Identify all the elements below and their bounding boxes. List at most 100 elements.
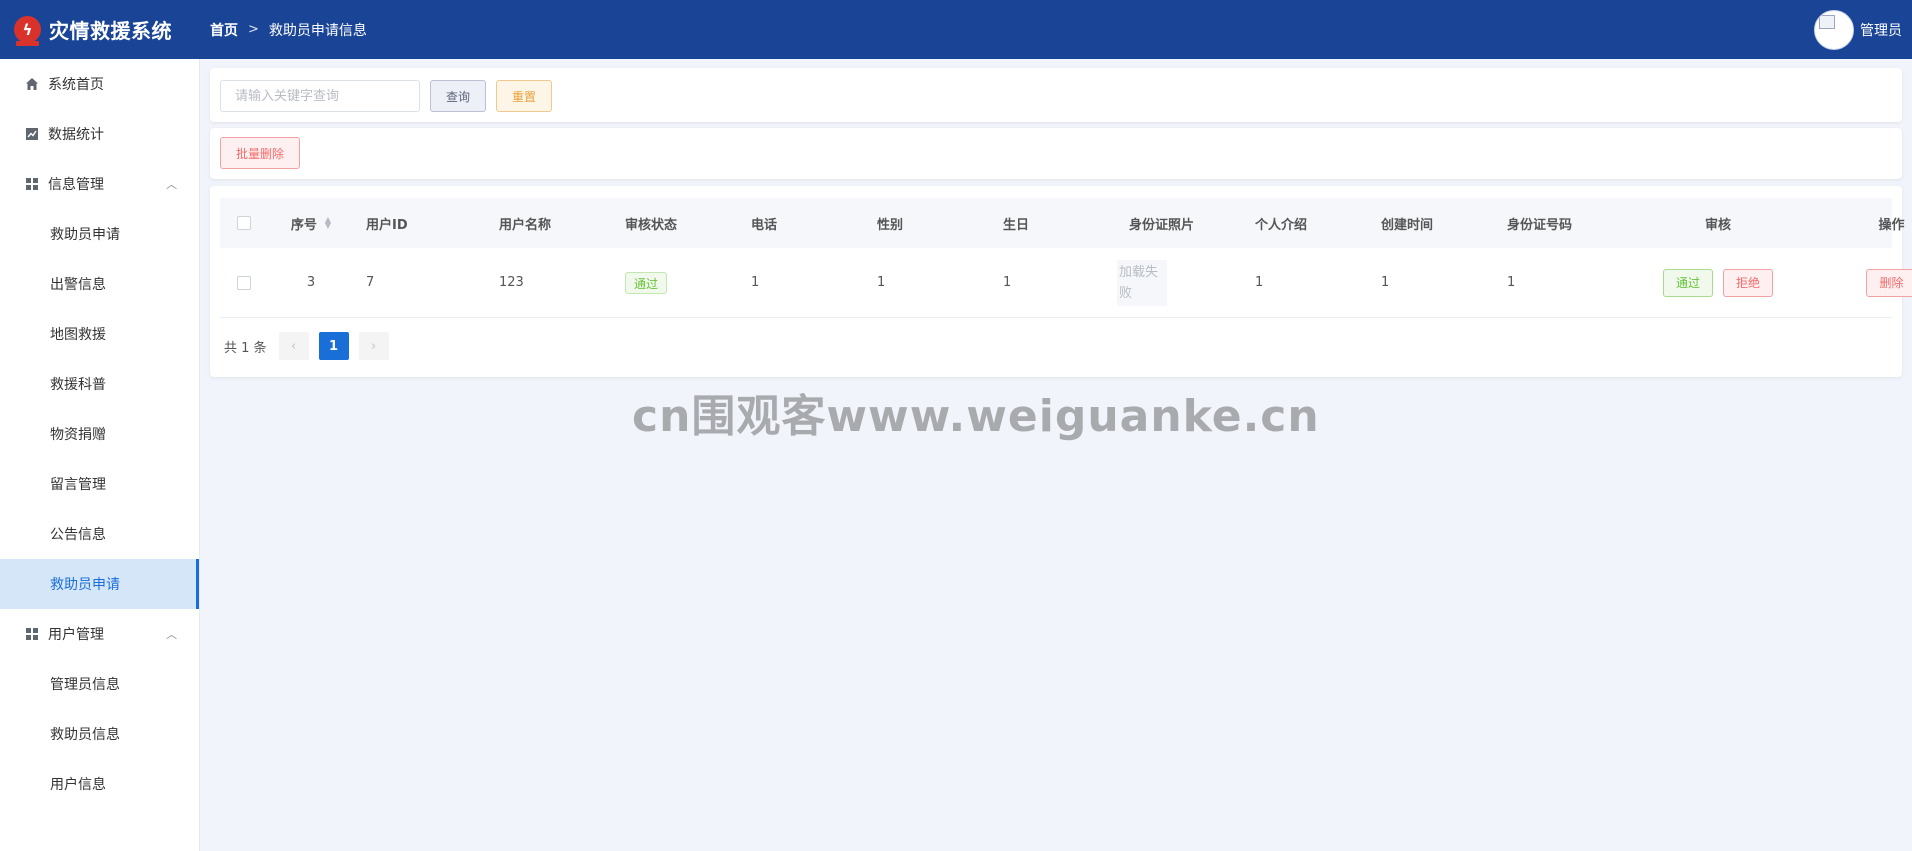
row-checkbox-cell bbox=[220, 275, 268, 290]
column-header: 用户ID bbox=[366, 217, 408, 233]
prev-page-button[interactable]: ‹ bbox=[278, 332, 309, 360]
column-header: 审核状态 bbox=[625, 217, 678, 233]
app-title: 灾情救援系统 bbox=[49, 19, 172, 43]
column-header: 电话 bbox=[751, 217, 778, 233]
sidebar-item-label: 用户管理 bbox=[48, 627, 104, 643]
sidebar: 系统首页 数据统计 信息管理 ︿ 救助员申请 出警信息 地图救援 救援科普 物资… bbox=[0, 59, 200, 851]
approve-button[interactable]: 通过 bbox=[1662, 268, 1713, 297]
sidebar-item-label: 留言管理 bbox=[50, 477, 106, 493]
sidebar-item-label: 地图救援 bbox=[50, 327, 106, 343]
avatar[interactable] bbox=[1814, 10, 1854, 50]
page-button-current[interactable]: 1 bbox=[318, 332, 349, 360]
sidebar-item-label: 救援科普 bbox=[50, 377, 106, 393]
user-menu[interactable]: 管理员 bbox=[1814, 10, 1902, 50]
breadcrumb-current: 救助员申请信息 bbox=[268, 22, 367, 39]
cell-gender: 1 bbox=[877, 275, 886, 290]
sidebar-item-dispatch-info[interactable]: 出警信息 bbox=[0, 259, 199, 309]
sidebar-item-home[interactable]: 系统首页 bbox=[0, 59, 199, 109]
sidebar-item-label: 救助员信息 bbox=[50, 727, 120, 743]
id-photo-load-failed[interactable]: 加载失败 bbox=[1117, 259, 1167, 306]
sort-icon[interactable]: ▲ ▼ bbox=[325, 216, 331, 230]
reset-button[interactable]: 重置 bbox=[496, 80, 552, 112]
sidebar-item-map-rescue[interactable]: 地图救援 bbox=[0, 309, 199, 359]
column-header: 序号 bbox=[290, 217, 317, 233]
cell-birthday: 1 bbox=[1003, 275, 1012, 290]
sidebar-item-label: 出警信息 bbox=[50, 277, 106, 293]
reject-button[interactable]: 拒绝 bbox=[1723, 268, 1774, 297]
table-panel: 序号 ▲ ▼ 用户ID 用户名称 审核状态 电话 性别 生日 身份证照片 个人介绍… bbox=[210, 186, 1912, 377]
column-header: 个人介绍 bbox=[1255, 217, 1308, 233]
cell-user-id: 7 bbox=[366, 275, 375, 290]
data-table: 序号 ▲ ▼ 用户ID 用户名称 审核状态 电话 性别 生日 身份证照片 个人介绍… bbox=[220, 198, 1912, 318]
pagination: 共 1 条 ‹ 1 › bbox=[224, 332, 399, 360]
cell-user-name: 123 bbox=[499, 275, 524, 290]
query-button[interactable]: 查询 bbox=[430, 80, 486, 112]
sidebar-group-info-management[interactable]: 信息管理 ︿ bbox=[0, 159, 199, 209]
sidebar-item-rescuer-info[interactable]: 救助员信息 bbox=[0, 709, 199, 759]
header-seq[interactable]: 序号 ▲ ▼ bbox=[268, 214, 354, 233]
cell-created: 1 bbox=[1381, 275, 1390, 290]
cell-id-number: 1 bbox=[1507, 275, 1516, 290]
grid-icon bbox=[24, 176, 40, 192]
status-badge: 通过 bbox=[625, 271, 668, 294]
batch-delete-button[interactable]: 批量删除 bbox=[220, 137, 300, 169]
watermark: cn围观客www.weiguanke.cn bbox=[632, 391, 1320, 442]
chevron-up-icon: ︿ bbox=[166, 178, 177, 191]
delete-button[interactable]: 删除 bbox=[1866, 268, 1912, 297]
sidebar-item-rescuer-apply-active[interactable]: 救助员申请 bbox=[0, 559, 199, 609]
select-all-checkbox[interactable] bbox=[237, 216, 251, 230]
sidebar-item-label: 公告信息 bbox=[50, 527, 106, 543]
cell-phone: 1 bbox=[751, 275, 760, 290]
cell-ops: 删除 bbox=[1815, 268, 1912, 297]
header-checkbox-cell bbox=[220, 216, 268, 230]
top-header: ϟ 灾情救援系统 首页 > 救助员申请信息 管理员 bbox=[0, 0, 1912, 59]
chevron-up-icon: ︿ bbox=[166, 628, 177, 641]
row-checkbox[interactable] bbox=[237, 275, 251, 290]
sidebar-item-donation[interactable]: 物资捐赠 bbox=[0, 409, 199, 459]
breadcrumb-separator-icon: > bbox=[248, 22, 259, 37]
grid-icon bbox=[24, 626, 40, 642]
home-icon bbox=[24, 76, 40, 92]
breadcrumb-home[interactable]: 首页 bbox=[210, 20, 238, 40]
sidebar-group-user-management[interactable]: 用户管理 ︿ bbox=[0, 609, 199, 659]
sidebar-item-statistics[interactable]: 数据统计 bbox=[0, 109, 199, 159]
cell-seq: 3 bbox=[306, 275, 316, 290]
chart-icon bbox=[24, 126, 40, 142]
column-header: 用户名称 bbox=[499, 217, 552, 233]
sidebar-item-label: 系统首页 bbox=[48, 77, 104, 93]
sidebar-item-label: 救助员申请 bbox=[50, 577, 120, 593]
table-header: 序号 ▲ ▼ 用户ID 用户名称 审核状态 电话 性别 生日 身份证照片 个人介绍… bbox=[220, 198, 1905, 248]
sidebar-item-user-info[interactable]: 用户信息 bbox=[0, 759, 199, 809]
cell-intro: 1 bbox=[1255, 275, 1264, 290]
sidebar-item-rescuer-apply[interactable]: 救助员申请 bbox=[0, 209, 199, 259]
pagination-total: 共 1 条 bbox=[224, 340, 267, 356]
sidebar-item-label: 救助员申请 bbox=[50, 227, 120, 243]
sidebar-item-label: 物资捐赠 bbox=[50, 427, 106, 443]
app-logo[interactable]: ϟ 灾情救援系统 bbox=[0, 15, 200, 46]
action-bar: 批量删除 bbox=[210, 128, 1902, 179]
cell-audit: 通过 拒绝 bbox=[1621, 268, 1815, 297]
sidebar-item-notices[interactable]: 公告信息 bbox=[0, 509, 199, 559]
column-header: 性别 bbox=[877, 217, 904, 233]
column-header: 创建时间 bbox=[1381, 217, 1434, 233]
sidebar-item-messages[interactable]: 留言管理 bbox=[0, 459, 199, 509]
sidebar-item-label: 管理员信息 bbox=[50, 677, 120, 693]
sidebar-item-rescue-science[interactable]: 救援科普 bbox=[0, 359, 199, 409]
search-bar: 查询 重置 bbox=[210, 68, 1902, 122]
lightning-logo-icon: ϟ bbox=[14, 16, 41, 46]
column-header: 身份证号码 bbox=[1507, 217, 1573, 233]
next-page-button[interactable]: › bbox=[358, 332, 389, 360]
column-header: 生日 bbox=[1003, 217, 1030, 233]
sidebar-item-label: 数据统计 bbox=[48, 127, 104, 143]
column-header: 操作 bbox=[1878, 217, 1905, 233]
breadcrumb: 首页 > 救助员申请信息 bbox=[210, 20, 367, 40]
table-row[interactable]: 3 7 123 通过 1 1 1 加载失败 1 1 1 通过 拒绝 删除 bbox=[220, 248, 1912, 318]
cell-id-photo: 加载失败 bbox=[1117, 259, 1243, 306]
sidebar-item-admin-info[interactable]: 管理员信息 bbox=[0, 659, 199, 709]
cell-status: 通过 bbox=[613, 271, 739, 294]
sidebar-item-label: 信息管理 bbox=[48, 177, 104, 193]
column-header: 身份证照片 bbox=[1129, 217, 1195, 233]
search-input[interactable] bbox=[220, 80, 420, 112]
sidebar-item-label: 用户信息 bbox=[50, 777, 106, 793]
user-name[interactable]: 管理员 bbox=[1860, 20, 1902, 40]
